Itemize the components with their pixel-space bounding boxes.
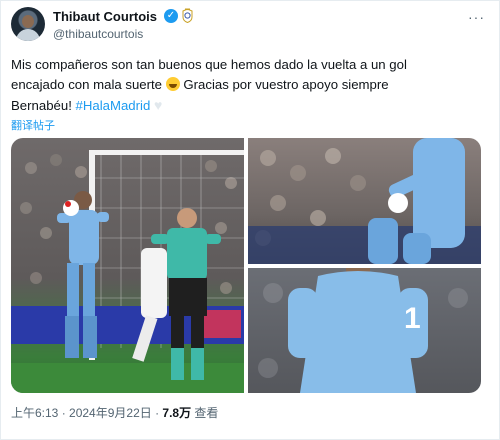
tweet-text-line2: encajado con mala suerte (11, 77, 163, 92)
author-handle[interactable]: @thibautcourtois (53, 27, 143, 41)
photo-2-scene (248, 138, 481, 264)
photo-1[interactable] (11, 138, 244, 393)
avatar-shoulders (16, 29, 40, 41)
avatar[interactable] (11, 7, 45, 41)
translate-post-link[interactable]: 翻译帖子 (11, 117, 55, 133)
goalkeeper-back: 1 (288, 268, 428, 393)
goalkeeper-closeup (368, 138, 465, 264)
grinning-sweat-emoji-icon (165, 77, 180, 91)
photo-1-scene (11, 150, 244, 393)
tweet-text: Mis compañeros son tan buenos que hemos … (11, 55, 481, 116)
real-madrid-crest-icon (182, 8, 193, 23)
tweet-text-line2b: Gracias por vuestro apoyo siempre (179, 77, 389, 92)
tweet-text-line3: Bernabéu! (11, 98, 76, 113)
tweet-card: Thibaut Courtois ✓ @thibautcourtois ··· … (0, 0, 500, 440)
white-heart-icon: ♥ (153, 97, 163, 113)
photo-2[interactable] (248, 138, 481, 264)
photo-3[interactable]: 1 (248, 268, 481, 393)
views-label: 查看 (191, 406, 219, 420)
media-grid: 1 (11, 138, 481, 393)
tweet-header: Thibaut Courtois ✓ @thibautcourtois ··· (11, 7, 491, 43)
timestamp[interactable]: 上午6:13 · 2024年9月22日 · (11, 406, 162, 420)
photo-3-scene: 1 (258, 268, 468, 393)
more-options-icon[interactable]: ··· (468, 9, 485, 25)
verified-badge-icon: ✓ (164, 9, 178, 23)
avatar-head (22, 15, 34, 28)
tweet-meta: 上午6:13 · 2024年9月22日 · 7.8万 查看 (11, 404, 218, 421)
hashtag-link[interactable]: #HalaMadrid (76, 98, 151, 113)
views-count: 7.8万 (162, 406, 192, 420)
author-name[interactable]: Thibaut Courtois (53, 9, 157, 24)
tweet-text-line1: Mis compañeros son tan buenos que hemos … (11, 57, 407, 72)
jersey-number: 1 (404, 302, 421, 335)
